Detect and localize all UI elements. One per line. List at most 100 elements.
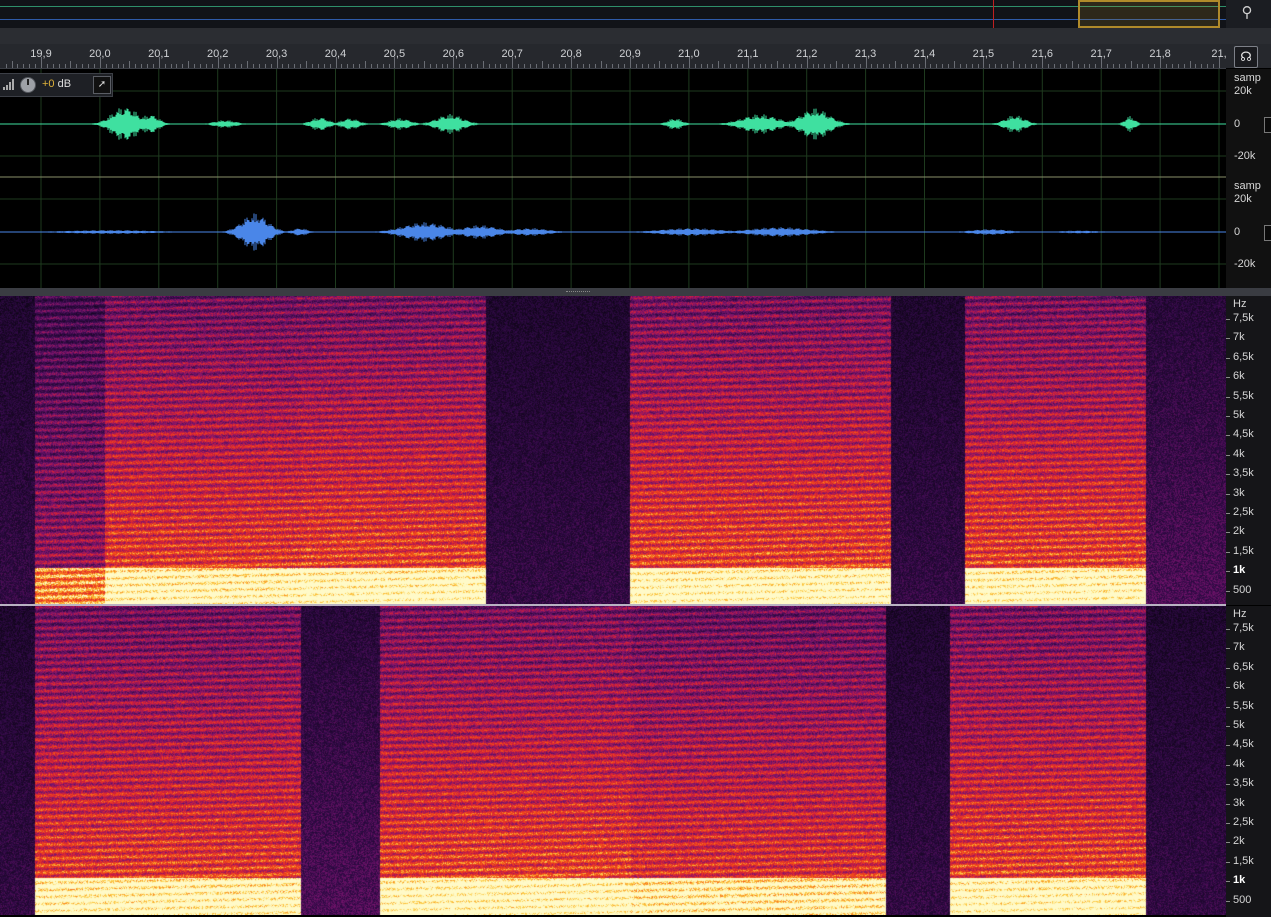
timeline-ruler[interactable]: 19,9 20,0 20,1 20,2 20,3 20,4 20,5 20,6 20,7 20,8… xyxy=(0,44,1227,69)
ruler-minor-tick xyxy=(895,61,897,68)
ruler-minor-tick xyxy=(52,64,54,68)
amp-20k-ch1: 20k xyxy=(1234,85,1252,97)
overview-ch2-line xyxy=(0,19,1226,20)
channel1-toggle[interactable] xyxy=(1264,117,1271,133)
ruler-minor-tick xyxy=(1095,64,1097,68)
overview-navigator[interactable] xyxy=(0,0,1226,29)
ruler-minor-tick xyxy=(842,64,844,68)
level-meter-icon xyxy=(3,79,14,90)
ruler-minor-tick xyxy=(794,64,796,68)
ruler-minor-tick xyxy=(824,64,826,68)
hz-tick xyxy=(1226,590,1230,592)
ruler-minor-tick xyxy=(582,64,584,68)
ruler-minor-tick xyxy=(783,64,785,68)
ruler-minor-tick xyxy=(470,64,472,68)
view-splitter[interactable] xyxy=(0,288,1271,296)
hz-label: 6,5k xyxy=(1233,660,1254,673)
hz-tick xyxy=(1226,338,1230,340)
ruler-minor-tick xyxy=(889,64,891,68)
gain-unit: dB xyxy=(57,78,72,90)
ruler-minor-tick xyxy=(194,64,196,68)
ruler-minor-tick xyxy=(70,61,72,68)
pin-icon[interactable]: ➚ xyxy=(93,76,111,94)
hz-label: 500 xyxy=(1233,583,1252,596)
hz-tick xyxy=(1226,687,1230,689)
ruler-minor-tick xyxy=(730,64,732,68)
ruler-minor-tick xyxy=(565,64,567,68)
ruler-minor-tick xyxy=(871,64,873,68)
ruler-minor-tick xyxy=(258,64,260,68)
ruler-minor-tick xyxy=(883,64,885,68)
ruler-minor-tick xyxy=(971,64,973,68)
hz-tick xyxy=(1226,454,1230,456)
ruler-minor-tick xyxy=(965,64,967,68)
ruler-minor-tick xyxy=(1171,64,1173,68)
ruler-minor-tick xyxy=(46,64,48,68)
hz-label: 6k xyxy=(1233,370,1245,383)
ruler-minor-tick xyxy=(741,64,743,68)
ruler-minor-tick xyxy=(877,64,879,68)
hz-tick xyxy=(1226,319,1230,320)
amp-0-ch1: 0 xyxy=(1234,118,1241,130)
ruler-minor-tick xyxy=(535,64,537,68)
ruler-label: 20,2 xyxy=(206,48,229,60)
ruler-minor-tick xyxy=(459,64,461,68)
ruler-minor-tick xyxy=(624,64,626,68)
ruler-minor-tick xyxy=(88,64,90,68)
waveform-view[interactable] xyxy=(0,69,1226,288)
hz-label: 500 xyxy=(1233,893,1252,906)
hz-label: 7k xyxy=(1233,641,1245,654)
ruler-minor-tick xyxy=(370,64,372,68)
ruler-label: 21,1 xyxy=(737,48,759,60)
ruler-minor-tick xyxy=(423,61,425,68)
hz-tick xyxy=(1226,823,1230,824)
spectrogram-canvas-2 xyxy=(0,606,1226,915)
ruler-minor-tick xyxy=(235,64,237,68)
ruler-label: 20,1 xyxy=(148,48,170,60)
headphones-icon[interactable]: ☊ xyxy=(1234,46,1258,68)
hz-tick xyxy=(1226,803,1230,805)
ruler-minor-tick xyxy=(653,64,655,68)
ruler-minor-tick xyxy=(211,64,213,68)
ruler-minor-tick xyxy=(812,64,814,68)
frequency-scale-1: Hz 7,5k 7k 6,5k 6k 5,5k 5k 4,5k 4k 3,5k 3k 2,5k 2k 1,… xyxy=(1226,296,1271,605)
hz-label: 6,5k xyxy=(1233,350,1254,363)
ruler-minor-tick xyxy=(641,64,643,68)
ruler-minor-tick xyxy=(718,61,720,68)
hz-tick xyxy=(1226,784,1230,786)
ruler-minor-tick xyxy=(836,61,838,68)
ruler-minor-tick xyxy=(959,64,961,68)
ruler-minor-tick xyxy=(900,64,902,68)
zoom-magnifier-icon[interactable]: ⚲ xyxy=(1237,3,1257,23)
ruler-minor-tick xyxy=(170,64,172,68)
ruler-minor-tick xyxy=(1165,64,1167,68)
waveform-canvas xyxy=(0,69,1226,288)
hz-label: 1,5k xyxy=(1233,544,1254,557)
ruler-minor-tick xyxy=(1213,64,1215,68)
ruler-minor-tick xyxy=(588,64,590,68)
ruler-minor-tick xyxy=(11,61,13,68)
ruler-minor-tick xyxy=(58,64,60,68)
amp-unit-ch2: samp xyxy=(1234,180,1261,192)
ruler-minor-tick xyxy=(147,64,149,68)
hz-tick xyxy=(1226,667,1230,669)
gain-knob[interactable] xyxy=(20,77,36,93)
spectrogram-channel1[interactable] xyxy=(0,296,1226,605)
hz-tick xyxy=(1226,532,1230,534)
ruler-minor-tick xyxy=(1118,64,1120,68)
ruler-minor-tick xyxy=(270,64,272,68)
ruler-minor-tick xyxy=(930,64,932,68)
channel2-toggle[interactable] xyxy=(1264,225,1271,241)
hz-tick xyxy=(1226,396,1230,398)
gain-readout: +0 dB xyxy=(42,78,71,90)
spectrogram-channel2[interactable] xyxy=(0,606,1226,915)
overview-viewport-selection[interactable] xyxy=(1078,0,1220,28)
hz-label: 3k xyxy=(1233,486,1245,499)
ruler-minor-tick xyxy=(247,61,249,68)
ruler-minor-tick xyxy=(400,64,402,68)
ruler-side-panel: ☊ xyxy=(1226,44,1271,68)
hz-label: 4k xyxy=(1233,447,1245,460)
ruler-minor-tick xyxy=(1077,64,1079,68)
ruler-minor-tick xyxy=(953,61,955,68)
ruler-minor-tick xyxy=(753,64,755,68)
